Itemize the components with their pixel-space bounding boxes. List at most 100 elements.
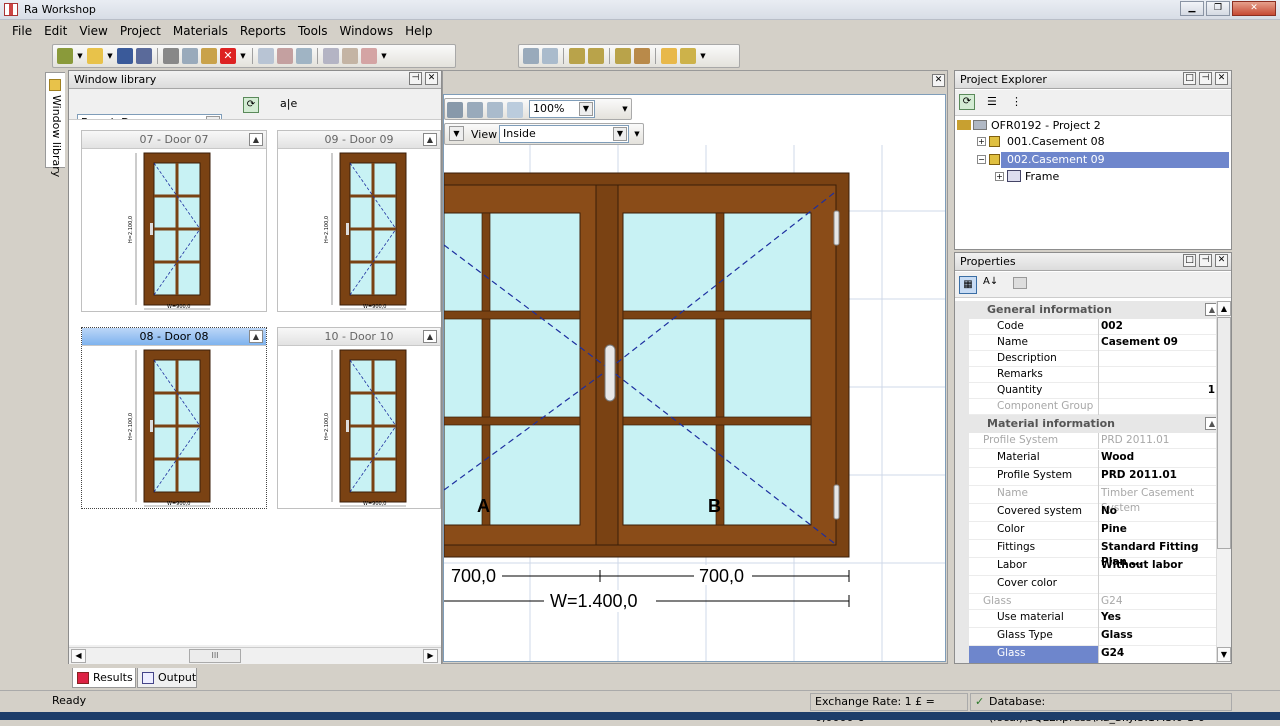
pin-icon[interactable]: ⊣ [409, 72, 422, 85]
tab-results[interactable]: Results [72, 668, 136, 688]
cut-icon[interactable] [163, 48, 179, 64]
collapse-icon[interactable]: ▲ [423, 133, 437, 146]
transom-icon[interactable] [634, 48, 650, 64]
chevron-down-icon[interactable]: ▼ [579, 102, 593, 116]
horizontal-scrollbar[interactable]: ◀ III ▶ [69, 647, 441, 664]
refresh-icon[interactable]: ⟳ [243, 97, 259, 113]
window-remove-icon[interactable] [361, 48, 377, 64]
refresh-icon[interactable]: ⟳ [959, 94, 975, 110]
new-project-icon[interactable] [57, 48, 73, 64]
scroll-thumb[interactable]: III [189, 649, 241, 663]
chevron-down-icon[interactable]: ▼ [613, 127, 627, 141]
paste-icon[interactable] [201, 48, 217, 64]
zoom-in-icon[interactable] [447, 102, 463, 118]
calculate-icon[interactable] [523, 48, 539, 64]
chevron-down-icon[interactable]: ▼ [449, 126, 464, 141]
scroll-down-icon[interactable]: ▼ [1217, 647, 1231, 662]
property-pages-icon[interactable] [1013, 277, 1027, 289]
maximize-icon[interactable]: □ [1183, 72, 1196, 85]
tree-view-icon[interactable]: ⋮ [1011, 95, 1022, 108]
list-view-icon[interactable]: ☰ [987, 95, 997, 108]
panel-close-icon[interactable]: ✕ [1215, 72, 1228, 85]
tree-item-frame[interactable]: Frame [1025, 170, 1059, 183]
toolbar3-overflow-icon[interactable]: ▼ [699, 48, 707, 64]
copy-icon[interactable] [182, 48, 198, 64]
sash-icon[interactable] [588, 48, 604, 64]
menu-tools[interactable]: Tools [292, 24, 334, 38]
designer-close-icon[interactable]: ✕ [932, 74, 945, 87]
zoom-toolbar-overflow-icon[interactable]: ▼ [621, 101, 629, 117]
frame-icon[interactable] [569, 48, 585, 64]
menu-project[interactable]: Project [114, 24, 167, 38]
view-select[interactable]: Inside ▼ [499, 125, 629, 143]
panel-close-icon[interactable]: ✕ [425, 72, 438, 85]
tree-item-001[interactable]: 001.Casement 08 [1007, 135, 1105, 148]
view-value: Inside [503, 127, 536, 140]
collapse-icon[interactable]: − [977, 155, 986, 164]
menu-reports[interactable]: Reports [234, 24, 292, 38]
menu-windows[interactable]: Windows [334, 24, 400, 38]
categorized-icon[interactable]: ▦ [959, 276, 977, 294]
vertical-scrollbar[interactable]: ▲ ▼ [1216, 301, 1231, 663]
window-library-side-tab[interactable]: Window library [45, 72, 65, 177]
delete-icon[interactable]: ✕ [220, 48, 236, 64]
restore-button[interactable]: ❐ [1206, 1, 1230, 16]
zoom-select[interactable]: 100% ▼ [529, 100, 595, 118]
category-material[interactable]: Material information ▲ [969, 415, 1217, 433]
new-dropdown-icon[interactable]: ▼ [76, 48, 84, 64]
open-dropdown-icon[interactable]: ▼ [106, 48, 114, 64]
list-icon[interactable] [258, 48, 274, 64]
window-settings-icon[interactable] [296, 48, 312, 64]
menu-edit[interactable]: Edit [38, 24, 73, 38]
panel-close-icon[interactable]: ✕ [1215, 254, 1228, 267]
maximize-icon[interactable]: □ [1183, 254, 1196, 267]
zoom-fit-icon[interactable] [487, 102, 503, 118]
expand-icon[interactable]: + [995, 172, 1004, 181]
expand-icon[interactable]: + [977, 137, 986, 146]
pin-icon[interactable]: ⊣ [1199, 72, 1212, 85]
optimize-icon[interactable] [680, 48, 696, 64]
lightning-icon[interactable] [661, 48, 677, 64]
scroll-right-icon[interactable]: ▶ [423, 649, 438, 663]
window-copy-icon[interactable] [323, 48, 339, 64]
menu-view[interactable]: View [73, 24, 113, 38]
report-icon[interactable] [277, 48, 293, 64]
find-button[interactable]: a|e [280, 97, 297, 110]
collapse-icon[interactable]: ▲ [249, 133, 263, 146]
collapse-icon[interactable]: ▲ [249, 330, 263, 343]
zoom-region-icon[interactable] [507, 102, 523, 118]
category-general[interactable]: General information ▲ [969, 301, 1217, 319]
toolbar2-overflow-icon[interactable]: ▼ [380, 48, 388, 64]
sort-az-icon[interactable]: A↓ [983, 276, 998, 287]
settings-icon[interactable] [542, 48, 558, 64]
project-node[interactable]: OFR0192 - Project 2 [991, 119, 1101, 132]
open-folder-icon[interactable] [87, 48, 103, 64]
window-drawing[interactable]: A B 700,0 700,0 W=1.400,0 [444, 145, 946, 662]
close-button[interactable]: ✕ [1232, 1, 1276, 16]
library-card-07[interactable]: 07 - Door 07 ▲ H=2.100,0 W=900,0 [81, 130, 267, 312]
library-card-10[interactable]: 10 - Door 10 ▲ H=2.100,0 W=900,0 [277, 327, 441, 509]
menu-help[interactable]: Help [399, 24, 438, 38]
window-paste-icon[interactable] [342, 48, 358, 64]
pin-icon[interactable]: ⊣ [1199, 254, 1212, 267]
card-title: 07 - Door 07 [139, 133, 209, 146]
zoom-out-icon[interactable] [467, 102, 483, 118]
mullion-icon[interactable] [615, 48, 631, 64]
menu-file[interactable]: File [6, 24, 38, 38]
tree-item-002[interactable]: 002.Casement 09 [1007, 153, 1105, 166]
scroll-left-icon[interactable]: ◀ [71, 649, 86, 663]
properties-toolbar: ▦ A↓ [955, 272, 1231, 298]
save-icon[interactable] [117, 48, 133, 64]
minimize-button[interactable]: ▁ [1180, 1, 1204, 16]
scroll-thumb[interactable] [1217, 317, 1231, 549]
collapse-icon[interactable]: ▲ [423, 330, 437, 343]
toolbar-overflow-icon[interactable]: ▼ [239, 48, 247, 64]
menu-materials[interactable]: Materials [167, 24, 234, 38]
save-all-icon[interactable] [136, 48, 152, 64]
view-toolbar-overflow-icon[interactable]: ▼ [633, 126, 641, 142]
library-card-09[interactable]: 09 - Door 09 ▲ H=2.100,0 W=900,0 [277, 130, 441, 312]
scroll-up-icon[interactable]: ▲ [1217, 301, 1231, 316]
tab-output[interactable]: Output [137, 668, 197, 688]
designer-canvas[interactable]: 100% ▼ ▼ ▼ View Inside ▼ ▼ A B 700,0 700… [443, 94, 946, 662]
library-card-08[interactable]: 08 - Door 08 ▲ H=2.100,0 W=900,0 [81, 327, 267, 509]
